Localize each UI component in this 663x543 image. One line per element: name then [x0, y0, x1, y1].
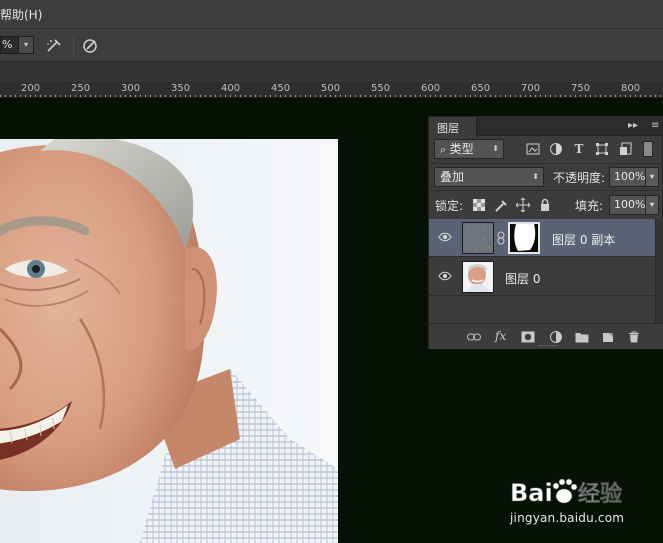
- fill-label: 填充:: [575, 199, 604, 213]
- layer-thumbnail[interactable]: [462, 261, 494, 293]
- adjustment-icon[interactable]: [549, 331, 563, 343]
- svg-text:经验: 经验: [578, 481, 622, 507]
- chevron-updown-icon: ⬍: [492, 144, 499, 153]
- fill-field[interactable]: 100% ▾: [609, 195, 659, 215]
- ruler-label: 450: [271, 83, 291, 94]
- airbrush-icon[interactable]: [45, 37, 63, 55]
- layer-name[interactable]: 图层 0 副本: [552, 231, 615, 248]
- chevron-updown-icon: ⬍: [532, 172, 539, 181]
- opacity-dropdown-button[interactable]: ▾: [645, 168, 658, 186]
- document-tab-strip: [0, 62, 663, 82]
- fill-value: 100%: [614, 198, 646, 211]
- panel-menu-icon[interactable]: ≡: [651, 120, 659, 131]
- fx-icon[interactable]: fx: [495, 329, 513, 343]
- fill-dropdown-button[interactable]: ▾: [645, 196, 658, 214]
- ruler-label: 550: [371, 83, 391, 94]
- filter-kind-select[interactable]: ⌕ 类型 ⬍: [434, 139, 504, 159]
- search-icon: ⌕: [440, 143, 450, 156]
- ruler-label: 700: [521, 83, 541, 94]
- link-icon[interactable]: [467, 331, 481, 343]
- layer-mask-thumbnail[interactable]: [508, 222, 540, 254]
- lock-row: 锁定: 填充: 100% ▾: [429, 190, 663, 218]
- mask-icon[interactable]: [521, 331, 535, 343]
- blend-mode-value: 叠加: [440, 170, 465, 184]
- layer-thumbnail[interactable]: [462, 222, 494, 254]
- folder-icon[interactable]: [575, 331, 589, 343]
- lock-brush-icon[interactable]: [494, 198, 508, 212]
- ruler-label: 350: [171, 83, 191, 94]
- pressure-icon[interactable]: [82, 37, 100, 55]
- menu-help[interactable]: 帮助(H): [0, 6, 42, 23]
- ruler-label: 250: [71, 83, 91, 94]
- watermark-url: jingyan.baidu.com: [510, 511, 625, 525]
- layers-panel: 图层 ▸▸ ≡ ⌕ 类型 ⬍ T 叠加 ⬍ 不透明度: 100% ▾ 锁定: 填…: [428, 116, 663, 349]
- percent-field[interactable]: % ▾: [0, 36, 34, 54]
- ruler-label: 650: [471, 83, 491, 94]
- options-bar: % ▾: [0, 29, 663, 62]
- lock-transparency-icon[interactable]: [472, 198, 486, 212]
- trash-icon[interactable]: [627, 331, 641, 343]
- chain-link-icon[interactable]: [497, 231, 505, 245]
- filter-smartobject-icon[interactable]: [619, 142, 633, 156]
- ruler-label: 400: [221, 83, 241, 94]
- filter-kind-value: 类型: [449, 142, 474, 156]
- filter-adjustment-icon[interactable]: [549, 142, 563, 156]
- layers-panel-footer: fx: [429, 323, 663, 349]
- lock-all-icon[interactable]: [538, 198, 552, 212]
- blend-row: 叠加 ⬍ 不透明度: 100% ▾: [429, 163, 663, 190]
- layers-scrollbar[interactable]: [655, 219, 663, 325]
- ruler-label: 800: [621, 83, 641, 94]
- lock-label: 锁定:: [435, 199, 464, 213]
- layer-row[interactable]: 图层 0: [429, 258, 655, 296]
- menu-bar: 帮助(H): [0, 0, 663, 29]
- layers-panel-tabbar: 图层 ▸▸ ≡: [429, 117, 663, 136]
- ruler-label: 500: [321, 83, 341, 94]
- visibility-eye-icon[interactable]: [438, 231, 452, 243]
- ruler-label: 300: [121, 83, 141, 94]
- opacity-field[interactable]: 100% ▾: [609, 167, 659, 187]
- ruler-label: 750: [571, 83, 591, 94]
- filter-type-icon[interactable]: T: [572, 142, 586, 156]
- ruler-label: 200: [21, 83, 41, 94]
- opacity-label: 不透明度:: [553, 171, 606, 185]
- ruler-label: 600: [421, 83, 441, 94]
- opacity-value: 100%: [614, 170, 646, 183]
- percent-value: %: [2, 38, 13, 51]
- filter-shape-icon[interactable]: [595, 142, 609, 156]
- lock-move-icon[interactable]: [515, 197, 531, 213]
- svg-text:Bai: Bai: [510, 479, 553, 507]
- horizontal-ruler: 200 250 300 350 400 450 500 550 600 650 …: [0, 82, 663, 98]
- filter-row: ⌕ 类型 ⬍ T: [429, 136, 663, 163]
- resize-grip[interactable]: [539, 345, 557, 347]
- percent-dropdown-button[interactable]: ▾: [18, 37, 33, 53]
- layer-name[interactable]: 图层 0: [505, 270, 540, 287]
- collapse-panel-icon[interactable]: ▸▸: [628, 120, 638, 131]
- filter-toggle-switch[interactable]: [643, 141, 653, 157]
- portrait-photo: [0, 139, 338, 543]
- options-separator: [73, 35, 74, 57]
- new-layer-icon[interactable]: [601, 331, 615, 343]
- filter-pixel-icon[interactable]: [526, 142, 540, 156]
- blend-mode-select[interactable]: 叠加 ⬍: [434, 167, 544, 187]
- layer-row[interactable]: 图层 0 副本: [429, 219, 655, 257]
- tab-layers[interactable]: 图层: [429, 117, 477, 136]
- visibility-eye-icon[interactable]: [438, 270, 452, 282]
